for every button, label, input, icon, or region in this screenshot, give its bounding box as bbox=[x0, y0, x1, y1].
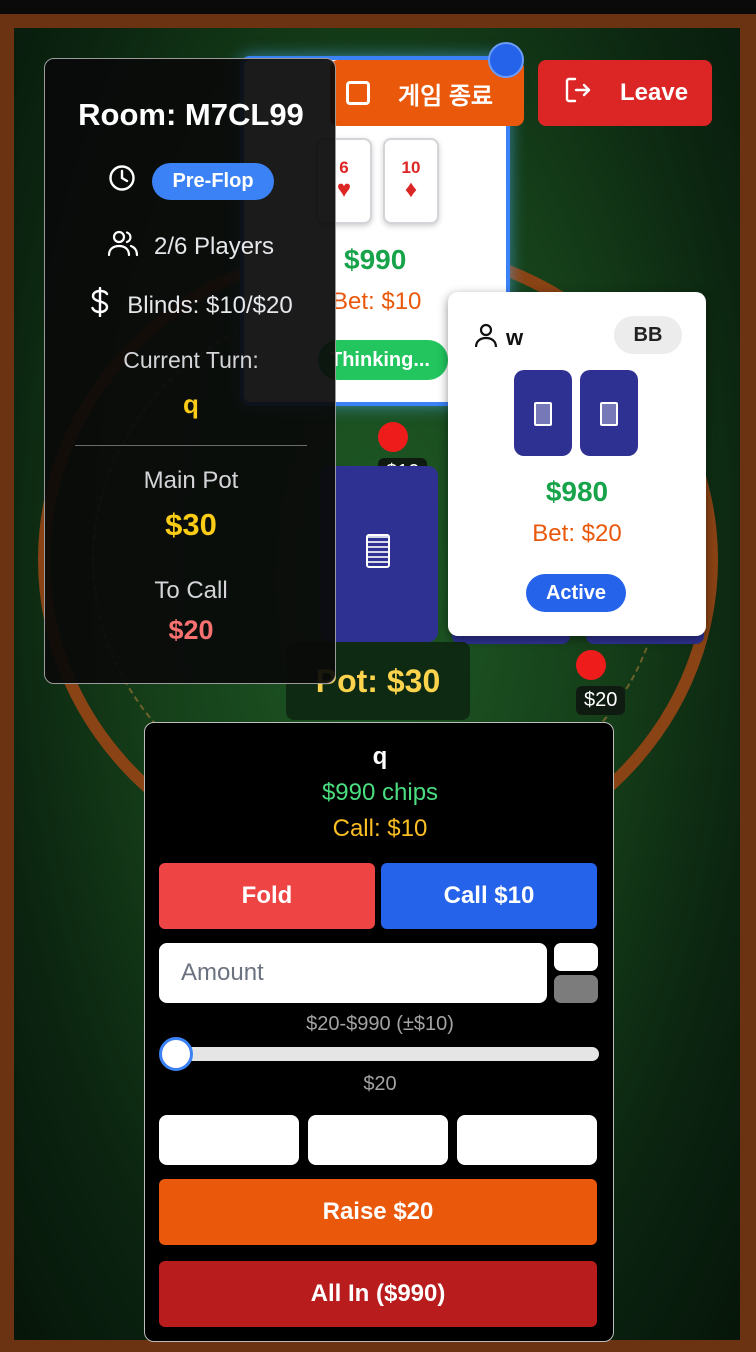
call-button[interactable]: Call $10 bbox=[381, 863, 597, 929]
phase-badge: Pre-Flop bbox=[152, 163, 274, 200]
player-w-name-row: w bbox=[474, 322, 523, 354]
main-pot-label: Main Pot bbox=[143, 467, 239, 494]
player-w-status-badge: Active bbox=[526, 574, 626, 612]
square-icon bbox=[346, 81, 370, 105]
player-q-status-badge: Thinking... bbox=[318, 340, 448, 380]
player-q-bet: Bet: $10 bbox=[332, 288, 422, 315]
main-pot-value: $30 bbox=[165, 507, 217, 542]
big-blind-badge: BB bbox=[614, 316, 682, 354]
users-icon bbox=[107, 229, 139, 264]
bet-chip-w-amount: $20 bbox=[576, 686, 626, 715]
player-w-chips: $980 bbox=[545, 476, 609, 507]
room-title: Room: M7CL99 bbox=[78, 97, 304, 132]
clock-icon bbox=[108, 164, 136, 199]
amount-increment-button[interactable] bbox=[554, 943, 598, 971]
raise-slider-track[interactable] bbox=[161, 1047, 599, 1061]
player-card-w: w BB $980 Bet: $20 Active bbox=[448, 292, 706, 636]
call-amount-info: Call: $10 bbox=[332, 815, 428, 842]
active-player-name: q bbox=[372, 743, 388, 770]
amount-decrement-button[interactable] bbox=[554, 975, 598, 1003]
logout-icon bbox=[564, 76, 592, 111]
notification-dot bbox=[488, 42, 524, 78]
blinds-text: Blinds: $10/$20 bbox=[127, 291, 293, 319]
divider bbox=[75, 445, 307, 446]
hole-card-back-2 bbox=[580, 370, 638, 456]
active-player-chips: $990 chips bbox=[321, 779, 439, 806]
all-in-button[interactable]: All In ($990) bbox=[159, 1261, 597, 1327]
user-icon bbox=[474, 322, 498, 354]
phase-row: Pre-Flop bbox=[45, 163, 337, 200]
preset-bet-button-2[interactable] bbox=[308, 1115, 448, 1165]
player-w-bet: Bet: $20 bbox=[532, 520, 622, 547]
preset-bet-button-1[interactable] bbox=[159, 1115, 299, 1165]
raise-button[interactable]: Raise $20 bbox=[159, 1179, 597, 1245]
fold-button[interactable]: Fold bbox=[159, 863, 375, 929]
dollar-icon bbox=[89, 286, 111, 324]
leave-label: Leave bbox=[620, 79, 689, 106]
card-back-deck bbox=[320, 466, 438, 642]
bet-chip-q bbox=[378, 422, 408, 452]
raise-range-label: $20-$990 (±$10) bbox=[306, 1013, 454, 1035]
card-suit: ♦ bbox=[404, 176, 418, 203]
current-turn-label: Current Turn: bbox=[123, 347, 259, 373]
card-pattern-icon bbox=[534, 402, 552, 426]
hole-card-back-1 bbox=[514, 370, 572, 456]
raise-amount-input[interactable] bbox=[159, 943, 547, 1003]
to-call-value: $20 bbox=[168, 615, 214, 645]
to-call-label: To Call bbox=[154, 577, 228, 604]
raise-slider-thumb[interactable] bbox=[159, 1037, 193, 1071]
preset-bet-button-3[interactable] bbox=[457, 1115, 597, 1165]
raise-slider-value: $20 bbox=[363, 1073, 397, 1095]
current-turn-value: q bbox=[183, 389, 199, 419]
players-count: 2/6 Players bbox=[153, 232, 275, 260]
card-pattern-icon bbox=[366, 534, 390, 568]
players-row: 2/6 Players bbox=[45, 229, 337, 264]
card-pattern-icon bbox=[600, 402, 618, 426]
hole-card-2: 10 ♦ bbox=[383, 138, 439, 224]
leave-button[interactable]: Leave bbox=[538, 60, 712, 126]
player-w-name: w bbox=[506, 325, 524, 350]
end-game-label: 게임 종료 bbox=[398, 82, 493, 110]
room-info-panel: Room: M7CL99 Pre-Flop 2/6 Players Blinds… bbox=[44, 58, 336, 684]
card-rank: 10 bbox=[401, 158, 421, 177]
bet-chip-w bbox=[576, 650, 606, 680]
blinds-row: Blinds: $10/$20 bbox=[45, 286, 337, 324]
player-q-chips: $990 bbox=[344, 244, 407, 275]
action-panel: q $990 chips Call: $10 Fold Call $10 $20… bbox=[144, 722, 614, 1342]
